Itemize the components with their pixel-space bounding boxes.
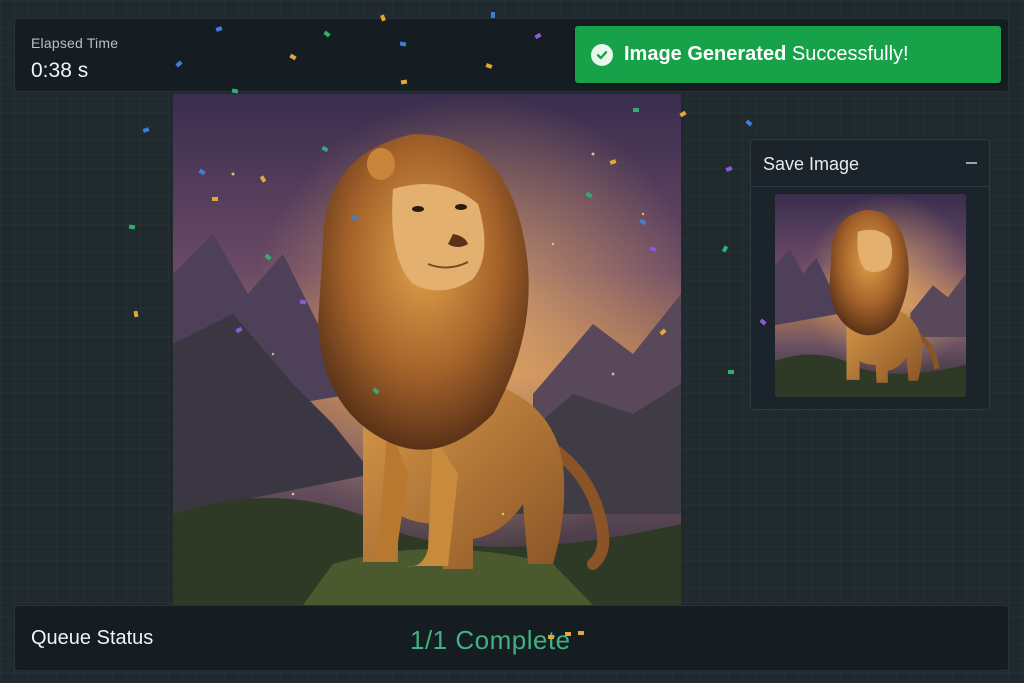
success-notification: Image Generated Successfully! <box>575 26 1001 83</box>
confetti-piece <box>128 224 136 230</box>
queue-status-panel: Queue Status 1/1 Complete <box>14 605 1009 671</box>
success-message-rest: Successfully! <box>786 43 909 65</box>
success-message: Image Generated Successfully! <box>624 43 909 66</box>
lion-illustration-thumbnail <box>775 194 966 397</box>
confetti-piece <box>728 370 734 374</box>
success-message-bold: Image Generated <box>624 43 787 65</box>
elapsed-time-value: 0:38 s <box>31 59 89 82</box>
queue-status-label: Queue Status <box>31 627 154 649</box>
check-circle-icon <box>591 43 613 66</box>
elapsed-time-label: Elapsed Time <box>31 35 119 51</box>
generated-image[interactable] <box>173 94 681 605</box>
queue-status-value: 1/1 Complete <box>410 625 571 655</box>
minus-icon[interactable] <box>966 162 977 164</box>
confetti-piece <box>725 166 733 172</box>
lion-illustration <box>173 94 681 605</box>
confetti-piece <box>721 245 729 253</box>
save-image-header[interactable]: Save Image <box>751 140 989 187</box>
confetti-piece <box>142 127 150 133</box>
confetti-piece <box>133 310 139 318</box>
confetti-piece <box>745 119 753 127</box>
save-image-title: Save Image <box>763 154 860 174</box>
image-thumbnail[interactable] <box>775 194 966 397</box>
save-image-panel: Save Image <box>750 139 990 410</box>
